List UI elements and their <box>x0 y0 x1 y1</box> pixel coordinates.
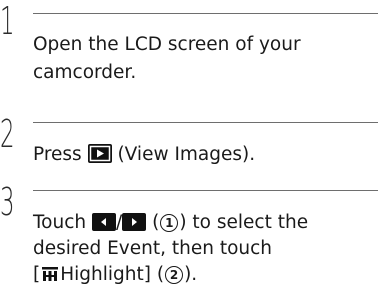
step-text: Open the LCD screen of your camcorder. <box>33 33 378 85</box>
step-text-part: ( <box>146 212 160 233</box>
step-text-line: Touch / (1) to select the <box>33 211 378 235</box>
highlight-icon <box>40 265 60 283</box>
step-text-part: ). <box>184 264 198 285</box>
step-divider <box>33 13 378 14</box>
step-divider <box>33 190 378 191</box>
step-number: 3 <box>0 180 15 224</box>
callout-marker: 2 <box>165 266 184 284</box>
next-arrow-icon <box>122 213 147 231</box>
prev-arrow-icon <box>91 213 116 231</box>
step-text-part: Press <box>33 144 88 165</box>
step-text-line: [ Highlight] (2). <box>33 263 378 287</box>
view-images-icon <box>87 144 112 163</box>
step-text-line: Open the LCD screen of your <box>33 34 301 55</box>
step-text-line: camcorder. <box>33 62 137 83</box>
step-number: 1 <box>0 0 15 43</box>
step-text-part: Touch <box>33 212 92 233</box>
step-number: 2 <box>0 112 15 156</box>
step-text: Touch / (1) to select the desired Event,… <box>33 211 378 287</box>
step-text-line: desired Event, then touch <box>33 238 273 259</box>
step-text-part: [ <box>33 264 41 285</box>
step-text-part: Highlight] ( <box>60 264 165 285</box>
step-text: Press (View Images). <box>33 143 378 167</box>
step-divider <box>33 122 378 123</box>
callout-marker: 1 <box>160 214 179 232</box>
step-text-part: (View Images). <box>111 144 256 165</box>
step-text-part: ) to select the <box>179 212 309 233</box>
